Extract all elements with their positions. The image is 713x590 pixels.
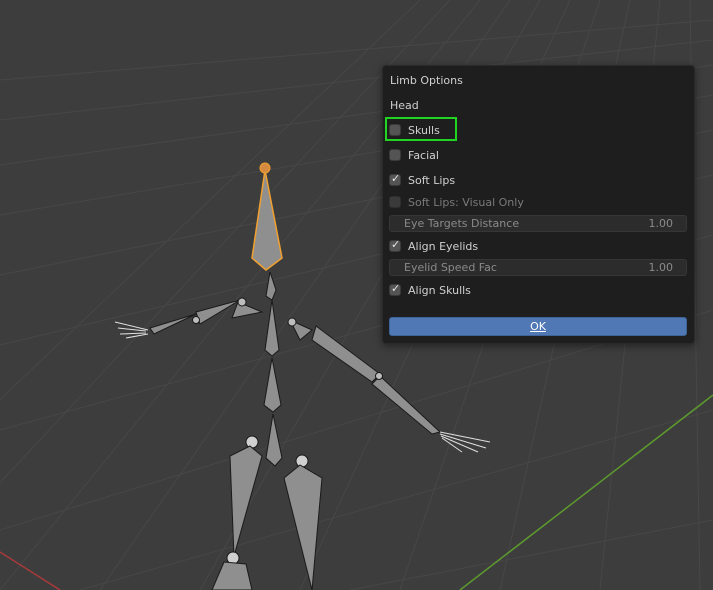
facial-checkbox-row[interactable]: Facial [389,145,439,165]
facial-checkbox[interactable] [389,149,401,161]
head-bone-tip [259,162,271,174]
skulls-checkbox-row[interactable]: Skulls [389,120,440,140]
align-eyelids-checkbox-row[interactable]: ✓ Align Eyelids [389,236,478,256]
align-eyelids-checkbox[interactable]: ✓ [389,238,401,252]
eyelid-speed-fac-value: 1.00 [648,261,674,274]
checkmark-icon: ✓ [391,282,401,295]
section-label-head: Head [390,99,419,112]
skulls-checkbox[interactable] [389,124,401,136]
eye-targets-distance-label: Eye Targets Distance [404,217,520,230]
soft-lips-visual-label: Soft Lips: Visual Only [408,195,524,209]
eyelid-speed-fac-field[interactable]: Eyelid Speed Fac 1.00 [389,259,687,276]
eye-targets-distance-value: 1.00 [648,217,674,230]
soft-lips-checkbox[interactable]: ✓ [389,172,401,186]
popup-title: Limb Options [390,74,463,87]
facial-label: Facial [408,148,439,162]
align-skulls-label: Align Skulls [408,283,471,297]
checkmark-icon: ✓ [391,238,401,251]
align-skulls-checkbox[interactable]: ✓ [389,282,401,296]
align-eyelids-label: Align Eyelids [408,239,479,253]
limb-options-popup: Limb Options Head Skulls Facial ✓ Soft L… [382,65,695,344]
soft-lips-visual-checkbox [389,196,401,208]
x-axis-line [0,551,61,590]
soft-lips-label: Soft Lips [408,173,456,187]
soft-lips-checkbox-row[interactable]: ✓ Soft Lips [389,170,455,190]
skulls-label: Skulls [408,123,440,137]
checkmark-icon: ✓ [391,172,401,185]
y-axis-line [459,394,713,590]
eye-targets-distance-field[interactable]: Eye Targets Distance 1.00 [389,215,687,232]
align-skulls-checkbox-row[interactable]: ✓ Align Skulls [389,280,471,300]
soft-lips-visual-checkbox-row: Soft Lips: Visual Only [389,192,524,212]
ok-button[interactable]: OK [389,317,687,336]
eyelid-speed-fac-label: Eyelid Speed Fac [404,261,497,274]
